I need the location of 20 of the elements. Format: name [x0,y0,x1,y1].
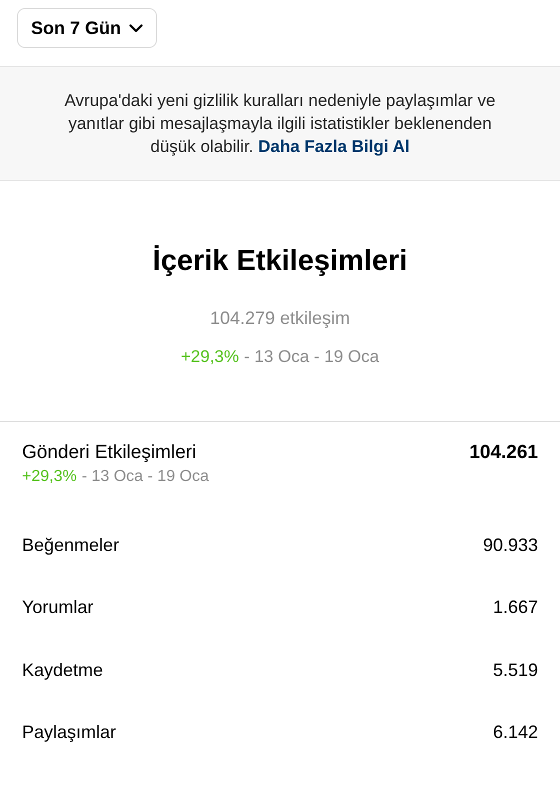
notice-text: Avrupa'daki yeni gizlilik kuralları nedeniyle paylaşımlar ve yanıtlar gibi mesajlaşmayla ilgili istatistikler beklenenden düşük olabilir. Daha Fazla Bilgi Al [64,90,496,158]
date-range: - 13 Oca - 19 Oca [82,468,209,485]
metric-value: 6.142 [492,722,538,744]
metric-label: Paylaşımlar [22,722,116,744]
chevron-down-icon [129,24,143,32]
post-interactions-title: Gönderi Etkileşimleri [22,442,198,464]
section-title: İçerik Etkileşimleri [152,245,408,278]
metric-value: 5.519 [492,660,538,681]
metric-value: 90.933 [482,534,538,556]
date-range: - 13 Oca - 19 Oca [244,347,380,366]
change-percent: +29,3% [22,468,77,485]
metric-label: Beğenmeler [22,534,120,556]
learn-more-link[interactable]: Daha Fazla Bilgi Al [258,137,410,156]
total-interactions: 104.279 etkileşim [208,308,352,329]
period-dropdown[interactable]: Son 7 Gün [17,8,157,48]
metric-value: 1.667 [492,597,538,618]
change-percent: +29,3% [180,347,239,366]
metric-label: Yorumlar [22,597,94,618]
metric-label: Kaydetme [22,660,104,681]
post-interactions-value: 104.261 [469,442,538,464]
